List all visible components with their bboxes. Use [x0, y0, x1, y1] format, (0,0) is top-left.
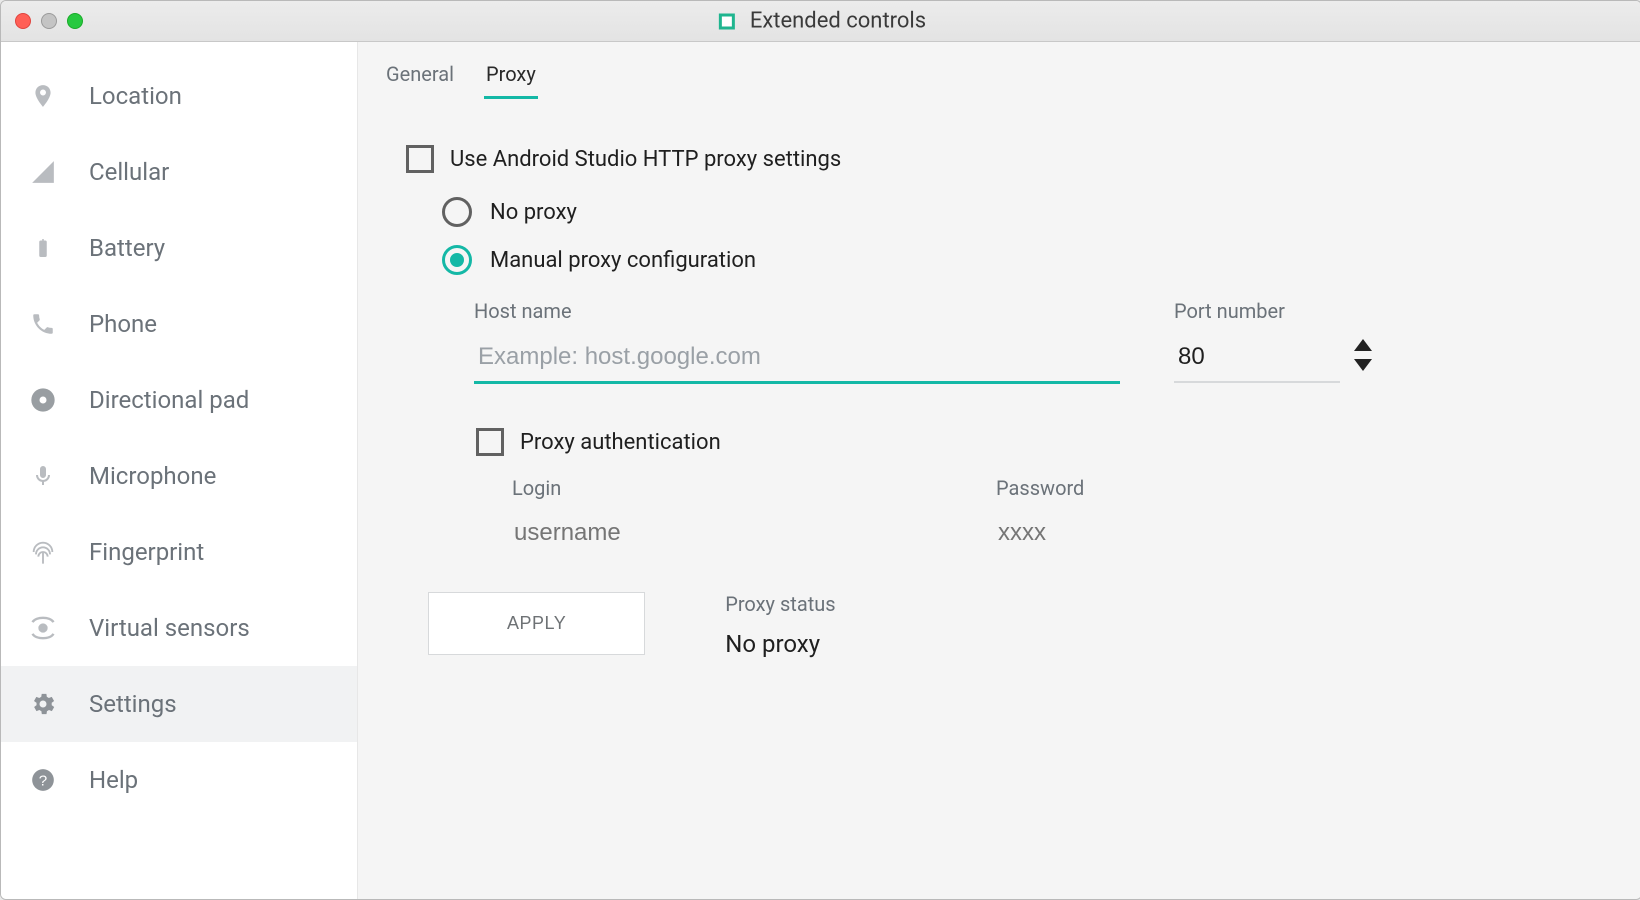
- password-input[interactable]: [996, 518, 1260, 548]
- location-icon: [25, 78, 61, 114]
- sidebar: Location Cellular Battery Phone: [1, 42, 358, 899]
- sidebar-item-dpad[interactable]: Directional pad: [1, 362, 357, 438]
- tab-general[interactable]: General: [384, 62, 456, 99]
- settings-icon: [25, 686, 61, 722]
- radio-label: No proxy: [490, 200, 577, 225]
- sidebar-item-label: Directional pad: [89, 386, 249, 414]
- password-label: Password: [996, 476, 1260, 500]
- checkbox-box: [406, 145, 434, 173]
- sidebar-item-battery[interactable]: Battery: [1, 210, 357, 286]
- close-window-button[interactable]: [15, 13, 31, 29]
- sidebar-item-help[interactable]: ? Help: [1, 742, 357, 818]
- sidebar-item-label: Settings: [89, 690, 177, 718]
- phone-icon: [25, 306, 61, 342]
- window-controls: [15, 13, 83, 29]
- sidebar-item-sensors[interactable]: Virtual sensors: [1, 590, 357, 666]
- radio-inner: [450, 253, 464, 267]
- titlebar: Extended controls: [1, 1, 1640, 42]
- body: Location Cellular Battery Phone: [1, 42, 1640, 899]
- radio-outer: [442, 245, 472, 275]
- sidebar-item-microphone[interactable]: Microphone: [1, 438, 357, 514]
- sidebar-item-label: Battery: [89, 234, 165, 262]
- radio-manual-proxy[interactable]: Manual proxy configuration: [442, 245, 1605, 275]
- sidebar-item-label: Location: [89, 82, 182, 110]
- sidebar-item-location[interactable]: Location: [1, 58, 357, 134]
- apply-row: APPLY Proxy status No proxy: [428, 592, 1605, 658]
- checkbox-box: [476, 428, 504, 456]
- apply-button[interactable]: APPLY: [428, 592, 645, 655]
- port-field-group: Port number: [1174, 299, 1372, 384]
- sidebar-item-label: Virtual sensors: [89, 614, 250, 642]
- sidebar-item-label: Phone: [89, 310, 157, 338]
- port-number-wrap: [1174, 337, 1372, 383]
- mic-icon: [25, 458, 61, 494]
- auth-fields: Login Password: [512, 476, 1605, 548]
- window: Extended controls Location Cellular: [0, 0, 1640, 900]
- password-field-group: Password: [996, 476, 1260, 548]
- app-icon: [716, 10, 738, 32]
- sidebar-item-label: Microphone: [89, 462, 216, 490]
- login-field-group: Login: [512, 476, 876, 548]
- port-step-up[interactable]: [1354, 339, 1372, 351]
- tabs: General Proxy: [384, 62, 1605, 99]
- sidebar-item-label: Fingerprint: [89, 538, 204, 566]
- login-input[interactable]: [512, 518, 876, 548]
- checkbox-label: Proxy authentication: [520, 430, 721, 455]
- window-title-container: Extended controls: [716, 9, 926, 34]
- main: General Proxy Use Android Studio HTTP pr…: [358, 42, 1640, 899]
- host-input[interactable]: [474, 337, 1120, 384]
- radio-label: Manual proxy configuration: [490, 248, 756, 273]
- port-stepper: [1354, 339, 1372, 371]
- proxy-auth-group: Proxy authentication Login Password: [476, 428, 1605, 548]
- sidebar-item-phone[interactable]: Phone: [1, 286, 357, 362]
- proxy-auth-checkbox[interactable]: Proxy authentication: [476, 428, 1605, 456]
- dpad-icon: [25, 382, 61, 418]
- proxy-status-value: No proxy: [725, 630, 835, 658]
- sidebar-item-settings[interactable]: Settings: [1, 666, 357, 742]
- proxy-mode-radios: No proxy Manual proxy configuration: [442, 197, 1605, 275]
- host-label: Host name: [474, 299, 1134, 323]
- proxy-status-label: Proxy status: [725, 592, 835, 616]
- login-label: Login: [512, 476, 876, 500]
- sidebar-item-label: Cellular: [89, 158, 169, 186]
- host-field-group: Host name: [474, 299, 1134, 384]
- radio-no-proxy[interactable]: No proxy: [442, 197, 1605, 227]
- minimize-window-button[interactable]: [41, 13, 57, 29]
- help-icon: ?: [25, 762, 61, 798]
- radio-outer: [442, 197, 472, 227]
- fingerprint-icon: [25, 534, 61, 570]
- sidebar-item-fingerprint[interactable]: Fingerprint: [1, 514, 357, 590]
- svg-text:?: ?: [39, 772, 47, 789]
- cellular-icon: [25, 154, 61, 190]
- sensors-icon: [25, 610, 61, 646]
- proxy-status-group: Proxy status No proxy: [725, 592, 835, 658]
- checkbox-label: Use Android Studio HTTP proxy settings: [450, 147, 841, 172]
- host-port-row: Host name Port number: [474, 299, 1605, 384]
- tab-proxy[interactable]: Proxy: [484, 62, 538, 99]
- battery-icon: [25, 230, 61, 266]
- port-step-down[interactable]: [1354, 359, 1372, 371]
- window-title: Extended controls: [750, 9, 926, 34]
- port-label: Port number: [1174, 299, 1372, 323]
- proxy-form: Use Android Studio HTTP proxy settings N…: [406, 145, 1605, 658]
- port-input[interactable]: [1174, 337, 1340, 383]
- sidebar-item-label: Help: [89, 766, 138, 794]
- sidebar-item-cellular[interactable]: Cellular: [1, 134, 357, 210]
- zoom-window-button[interactable]: [67, 13, 83, 29]
- use-as-http-proxy-checkbox[interactable]: Use Android Studio HTTP proxy settings: [406, 145, 1605, 173]
